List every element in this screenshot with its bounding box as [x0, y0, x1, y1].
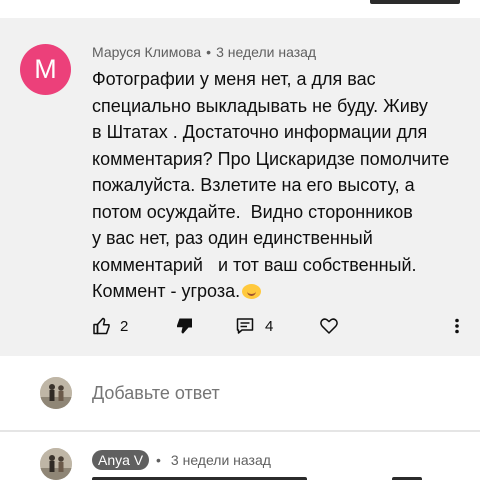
top-strip [0, 0, 480, 18]
reply-icon [235, 316, 255, 336]
reply-button[interactable]: 4 [235, 315, 273, 337]
comment-line-text: Коммент - угроза. [92, 281, 241, 301]
comment-menu-button[interactable] [452, 315, 462, 337]
reply-composer[interactable]: Добавьте ответ [0, 356, 480, 430]
meta-separator: • [206, 44, 212, 60]
more-vert-icon [452, 316, 462, 336]
smiling-emoji-icon [242, 284, 262, 299]
heart-icon [319, 316, 339, 336]
comment-line: пожалуйста. Взлетите на его высоту, а [92, 175, 415, 195]
comment-line: Фотографии у меня нет, а для вас [92, 69, 376, 89]
video-thumbnail-edge[interactable] [370, 0, 460, 4]
comment-line: комментарий и тот ваш собственный. [92, 254, 417, 275]
comment-line: комментария? Про Цискаридзе помолчите [92, 148, 450, 169]
comment-author-avatar[interactable]: M [20, 44, 71, 95]
avatar-letter: M [34, 54, 57, 84]
user-avatar [40, 377, 72, 409]
comment-author-name[interactable]: Маруся Климова [92, 44, 201, 60]
reply-count: 4 [265, 317, 274, 335]
thumb-up-icon [92, 316, 112, 336]
comment-line: потом осуждайте. Видно сторонников [92, 201, 413, 222]
comment-line: у вас нет, раз один единственный [92, 228, 373, 248]
comment-body: Фотографии у меня нет, а для вас специал… [92, 66, 472, 305]
reply-input-placeholder[interactable]: Добавьте ответ [92, 383, 220, 404]
dislike-button[interactable] [174, 315, 194, 337]
creator-heart-button[interactable] [319, 315, 339, 337]
comment-thread: M Маруся Климова • 3 недели назад Фотограф… [0, 18, 480, 356]
reply-author-badge[interactable]: Anya V [92, 450, 150, 470]
reply-author-avatar[interactable] [40, 448, 72, 480]
comment-line: в Штатах . Достаточно информации для [92, 122, 428, 142]
like-button[interactable]: 2 [92, 315, 128, 337]
thumb-down-icon [174, 316, 194, 336]
reply-timestamp[interactable]: 3 недели назад [171, 452, 271, 468]
like-count: 2 [120, 317, 129, 335]
comment-line: специально выкладывать не буду. Живу [92, 95, 428, 116]
comment-meta: Маруся Климова • 3 недели назад [92, 44, 316, 60]
reply-meta: • 3 недели назад [156, 452, 271, 468]
comment-timestamp[interactable]: 3 недели назад [216, 44, 316, 60]
reply-item: Anya V • 3 недели назад [0, 432, 480, 480]
meta-separator: • [156, 452, 161, 468]
comment-line-last: Коммент - угроза. [92, 278, 472, 305]
